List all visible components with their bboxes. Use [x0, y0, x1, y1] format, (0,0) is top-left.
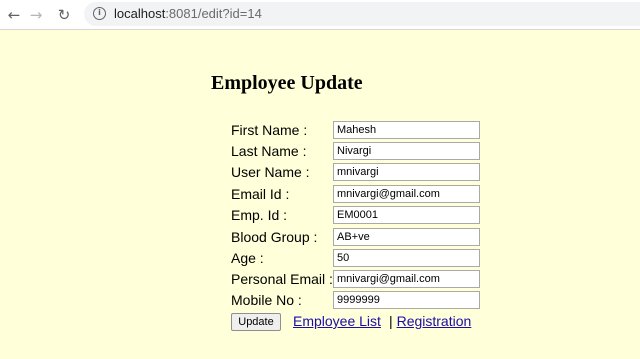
back-button[interactable]: ← [4, 5, 24, 25]
page-title: Employee Update [211, 72, 363, 94]
email-id-label: Email Id : [231, 186, 290, 202]
age-label: Age : [231, 250, 264, 266]
arrow-right-icon: → [29, 6, 43, 24]
update-button[interactable]: Update [231, 313, 281, 331]
reload-icon: ↻ [57, 6, 71, 24]
emp-id-label: Emp. Id : [231, 207, 288, 223]
mobile-no-input[interactable] [333, 291, 480, 309]
first-name-label: First Name : [231, 122, 308, 138]
address-bar[interactable]: i localhost:8081/edit?id=14 [84, 2, 640, 26]
browser-toolbar: ← → ↻ i localhost:8081/edit?id=14 [0, 0, 640, 30]
link-separator: | [388, 313, 393, 329]
form-row-mobile-no: Mobile No : [231, 291, 491, 311]
forward-button[interactable]: → [26, 5, 46, 25]
blood-group-label: Blood Group : [231, 229, 318, 245]
emp-id-input[interactable] [333, 206, 480, 224]
url-host: localhost [114, 6, 166, 21]
employee-list-link[interactable]: Employee List [293, 313, 381, 329]
form-row-user-name: User Name : [231, 163, 491, 183]
user-name-input[interactable] [333, 163, 480, 181]
form-row-first-name: First Name : [231, 121, 491, 141]
user-name-label: User Name : [231, 164, 310, 180]
url-text: localhost:8081/edit?id=14 [114, 6, 262, 22]
first-name-input[interactable] [333, 121, 480, 139]
email-id-input[interactable] [333, 185, 480, 203]
last-name-input[interactable] [333, 142, 480, 160]
form-row-age: Age : [231, 249, 491, 269]
mobile-no-label: Mobile No : [231, 292, 302, 308]
form-row-personal-email: Personal Email : [231, 270, 491, 290]
personal-email-input[interactable] [333, 270, 480, 288]
blood-group-input[interactable] [333, 228, 480, 246]
info-icon[interactable]: i [93, 7, 106, 20]
form-row-email-id: Email Id : [231, 185, 491, 205]
form-row-last-name: Last Name : [231, 142, 491, 162]
registration-link[interactable]: Registration [397, 313, 472, 329]
age-input[interactable] [333, 249, 480, 267]
arrow-left-icon: ← [7, 6, 21, 24]
url-path: :8081/edit?id=14 [165, 6, 262, 21]
form-row-emp-id: Emp. Id : [231, 206, 491, 226]
reload-button[interactable]: ↻ [54, 5, 74, 25]
footer-links: Employee List | Registration [293, 312, 471, 330]
last-name-label: Last Name : [231, 143, 307, 159]
personal-email-label: Personal Email : [231, 271, 333, 287]
form-row-blood-group: Blood Group : [231, 228, 491, 248]
